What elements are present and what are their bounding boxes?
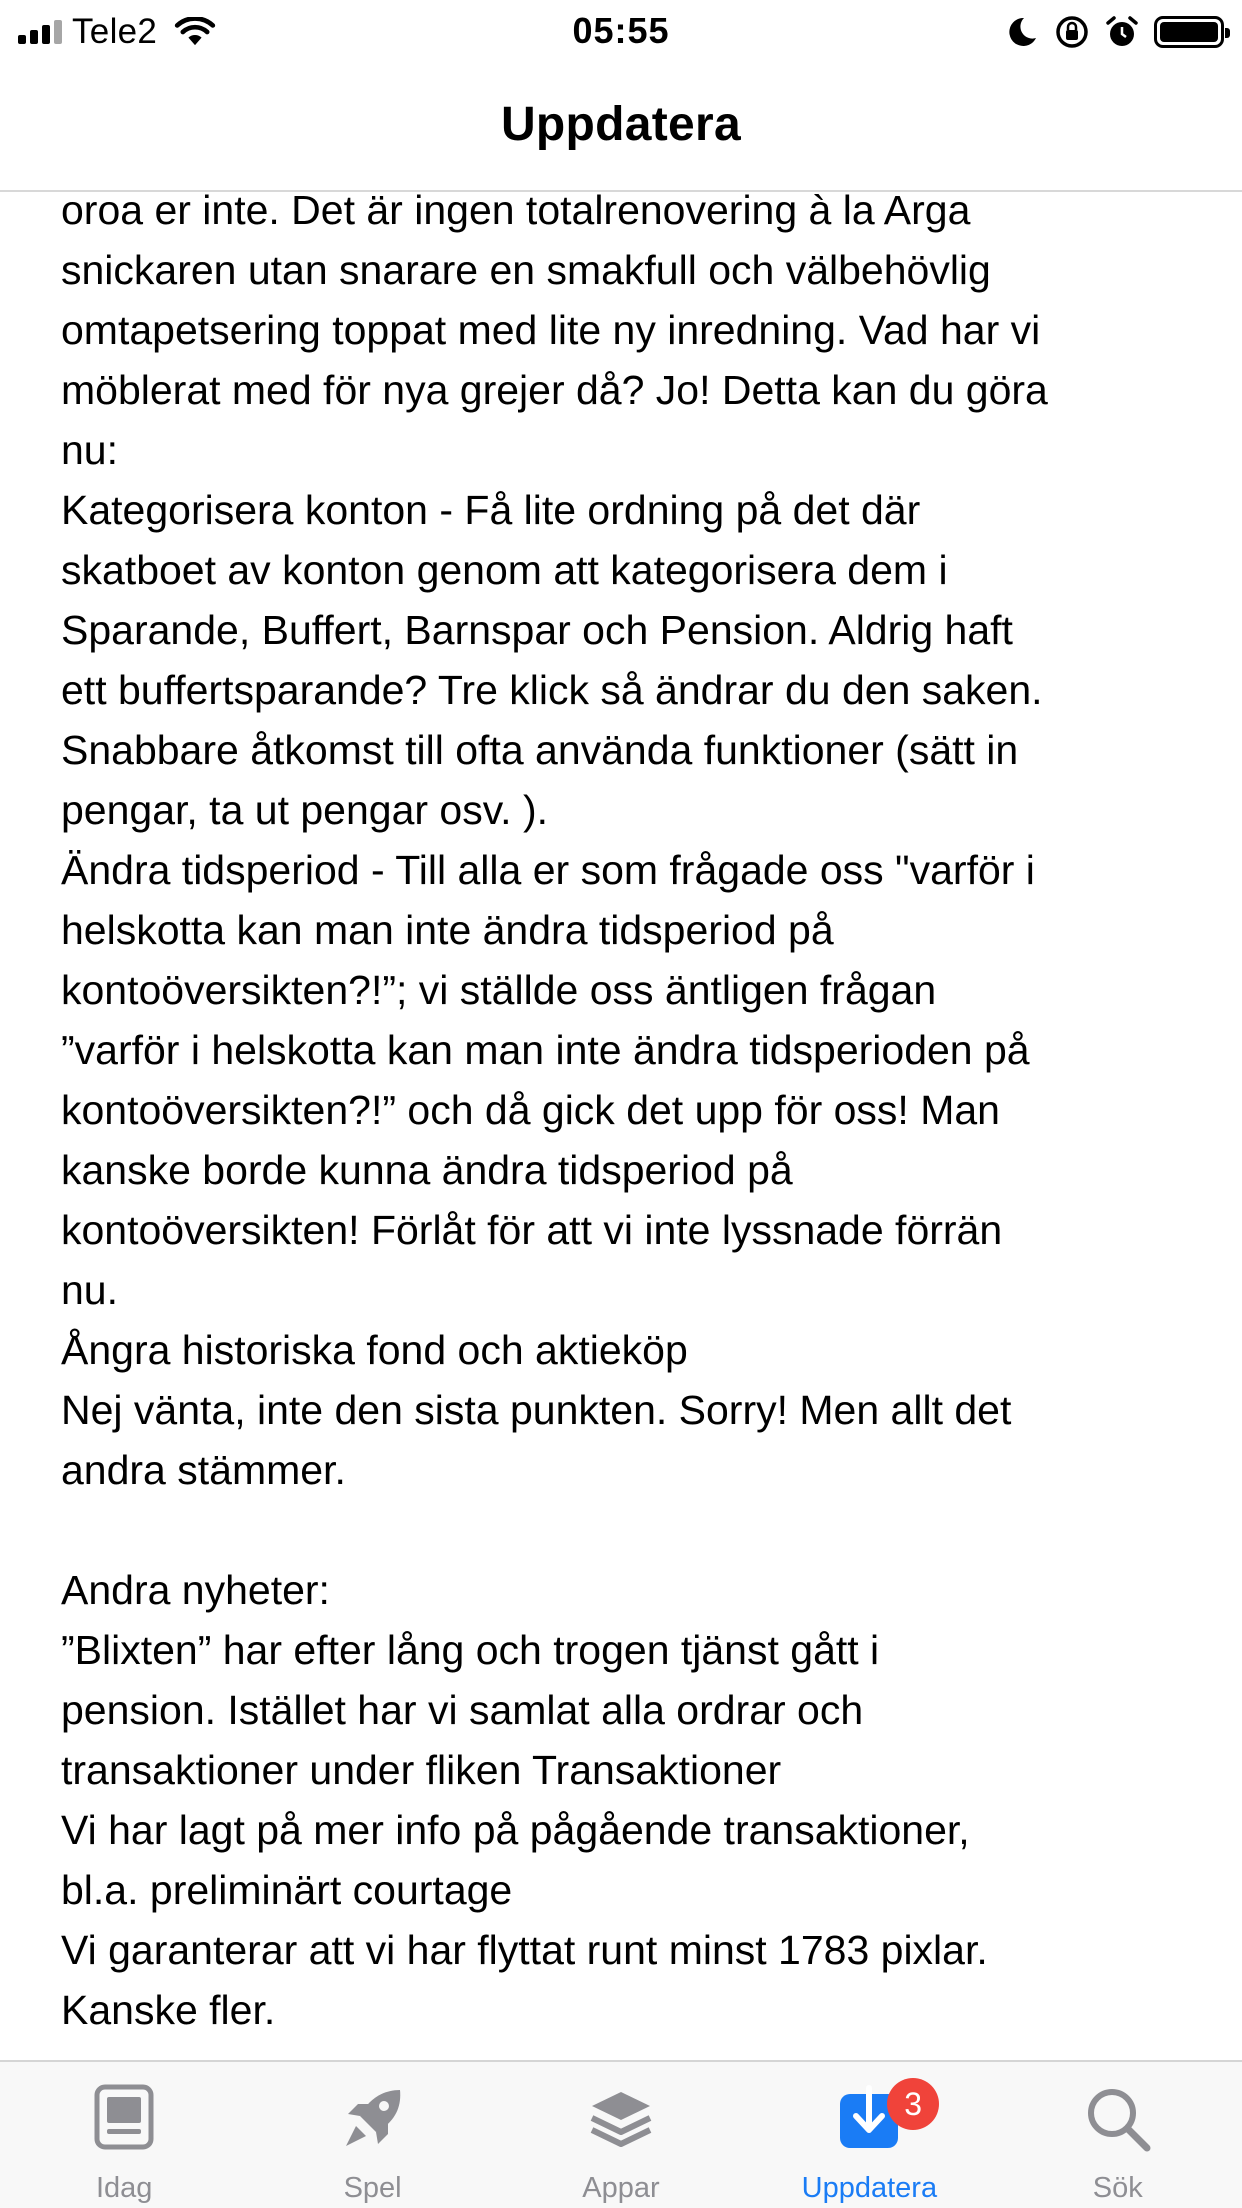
tab-bar: Idag Spel Appar 3 Uppdatera Sök bbox=[0, 2060, 1242, 2208]
apps-stack-icon bbox=[590, 2092, 652, 2147]
release-notes-line: möblerat med för nya grejer då? Jo! Dett… bbox=[61, 367, 1048, 413]
release-notes-line: Ångra historiska fond och aktieköp bbox=[61, 1327, 688, 1373]
battery-icon bbox=[1154, 16, 1230, 48]
release-notes-line: Ändra tidsperiod - Till alla er som fråg… bbox=[61, 847, 1035, 893]
release-notes-line: kontoöversikten?!” och då gick det upp f… bbox=[61, 1087, 1000, 1133]
release-notes-line: nu: bbox=[61, 427, 118, 473]
tab-sok[interactable]: Sök bbox=[994, 2062, 1242, 2208]
navigation-bar: Uppdatera bbox=[0, 62, 1242, 192]
battery-cap bbox=[1225, 28, 1230, 38]
release-notes-line: ett buffertsparande? Tre klick så ändrar… bbox=[61, 667, 1043, 713]
release-notes-line: Kategorisera konton - Få lite ordning på… bbox=[61, 487, 921, 533]
tab-idag[interactable]: Idag bbox=[0, 2062, 248, 2208]
tab-label: Uppdatera bbox=[801, 2172, 938, 2204]
tab-label: Spel bbox=[343, 2172, 402, 2204]
release-notes-line: omtapetsering toppat med lite ny inredni… bbox=[61, 307, 1041, 353]
tab-appar[interactable]: Appar bbox=[497, 2062, 745, 2208]
do-not-disturb-moon-icon bbox=[1009, 17, 1036, 46]
tab-label: Idag bbox=[95, 2172, 153, 2204]
release-notes-line: kanske borde kunna ändra tidsperiod på bbox=[61, 1147, 793, 1193]
page-title: Uppdatera bbox=[500, 98, 742, 151]
rotation-lock-icon bbox=[1056, 16, 1088, 48]
rocket-icon bbox=[345, 2090, 400, 2146]
release-notes-line: bl.a. preliminärt courtage bbox=[61, 1867, 513, 1913]
release-notes-line: pengar, ta ut pengar osv. ). bbox=[61, 787, 548, 833]
release-notes-line: Sparande, Buffert, Barnspar och Pension.… bbox=[61, 607, 1013, 653]
release-notes-line: transaktioner under fliken Transaktioner bbox=[61, 1747, 782, 1793]
release-notes-line: pension. Istället har vi samlat alla ord… bbox=[61, 1687, 864, 1733]
release-notes-line: kontoöversikten! Förlåt för att vi inte … bbox=[61, 1207, 1003, 1253]
release-notes-line: snickaren utan snarare en smakfull och v… bbox=[61, 247, 991, 293]
release-notes-line: Kanske fler. bbox=[61, 1987, 276, 2033]
release-notes-line: Vi garanterar att vi har flyttat runt mi… bbox=[61, 1927, 988, 1973]
release-notes-line: oroa er inte. Det är ingen totalrenoveri… bbox=[61, 187, 971, 233]
release-notes-line: Vi har lagt på mer info på pågående tran… bbox=[61, 1807, 970, 1853]
tab-label: Sök bbox=[1092, 2172, 1143, 2204]
release-notes-line: Snabbare åtkomst till ofta använda funkt… bbox=[61, 727, 1019, 773]
battery-fill bbox=[1160, 22, 1218, 42]
tab-spel[interactable]: Spel bbox=[248, 2062, 496, 2208]
release-notes-text: oroa er inte. Det är ingen totalrenoveri… bbox=[61, 180, 1191, 2040]
release-notes-line: Andra nyheter: bbox=[61, 1567, 330, 1613]
today-icon bbox=[94, 2084, 154, 2150]
tab-label: Appar bbox=[582, 2172, 660, 2204]
release-notes-line: ”Blixten” har efter lång och trogen tjän… bbox=[61, 1627, 880, 1673]
release-notes-line: skatboet av konton genom att kategoriser… bbox=[61, 547, 948, 593]
release-notes-line: nu. bbox=[61, 1267, 118, 1313]
status-bar: Tele2 05:55 bbox=[0, 0, 1242, 62]
search-icon bbox=[1087, 2089, 1151, 2152]
alarm-clock-icon bbox=[1106, 16, 1138, 46]
updates-count-badge: 3 bbox=[887, 2078, 940, 2130]
release-notes-line bbox=[61, 1500, 1191, 1560]
tab-uppdatera[interactable]: 3 Uppdatera bbox=[745, 2062, 993, 2208]
release-notes-line: ”varför i helskotta kan man inte ändra t… bbox=[61, 1027, 1030, 1073]
release-notes-line: Nej vänta, inte den sista punkten. Sorry… bbox=[61, 1387, 1012, 1433]
release-notes-line: andra stämmer. bbox=[61, 1447, 346, 1493]
release-notes-line: helskotta kan man inte ändra tidsperiod … bbox=[61, 907, 834, 953]
release-notes-line: kontoöversikten?!”; vi ställde oss äntli… bbox=[61, 967, 937, 1013]
status-right bbox=[1004, 12, 1230, 52]
